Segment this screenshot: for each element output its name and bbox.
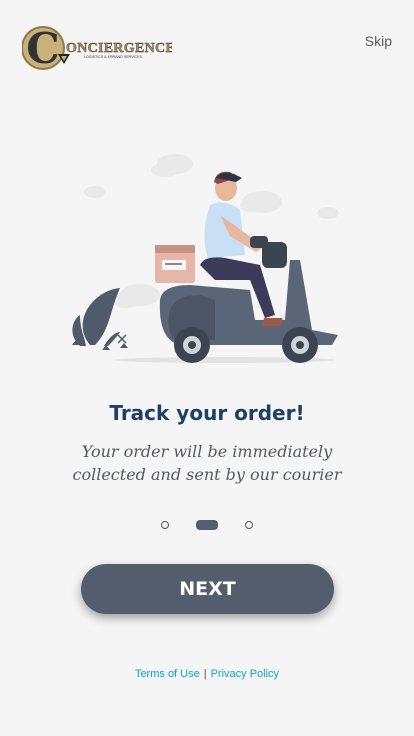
next-button[interactable]: NEXT [81, 564, 334, 614]
onboarding-subtitle: Your order will be immediately collected… [72, 442, 342, 484]
page-indicator [0, 518, 414, 532]
skip-button[interactable]: Skip [365, 33, 392, 49]
brand-logo: C ONCIERGENCE LOGISTICS & ERRAND SERVICE… [22, 24, 172, 73]
footer-separator: | [203, 668, 207, 680]
page-dot-3[interactable] [245, 521, 253, 529]
privacy-policy-link[interactable]: Privacy Policy [211, 668, 279, 680]
footer-links: Terms of Use | Privacy Policy [0, 668, 414, 680]
logo-tagline: LOGISTICS & ERRAND SERVICES [84, 55, 142, 59]
logo-name: ONCIERGENCE [66, 41, 172, 56]
page-dot-2-active[interactable] [196, 520, 218, 530]
terms-of-use-link[interactable]: Terms of Use [135, 668, 200, 680]
courier-scooter-illustration [72, 154, 339, 363]
page-dot-1[interactable] [161, 521, 169, 529]
onboarding-title: Track your order! [109, 401, 305, 425]
logo-letter: C [26, 24, 59, 73]
